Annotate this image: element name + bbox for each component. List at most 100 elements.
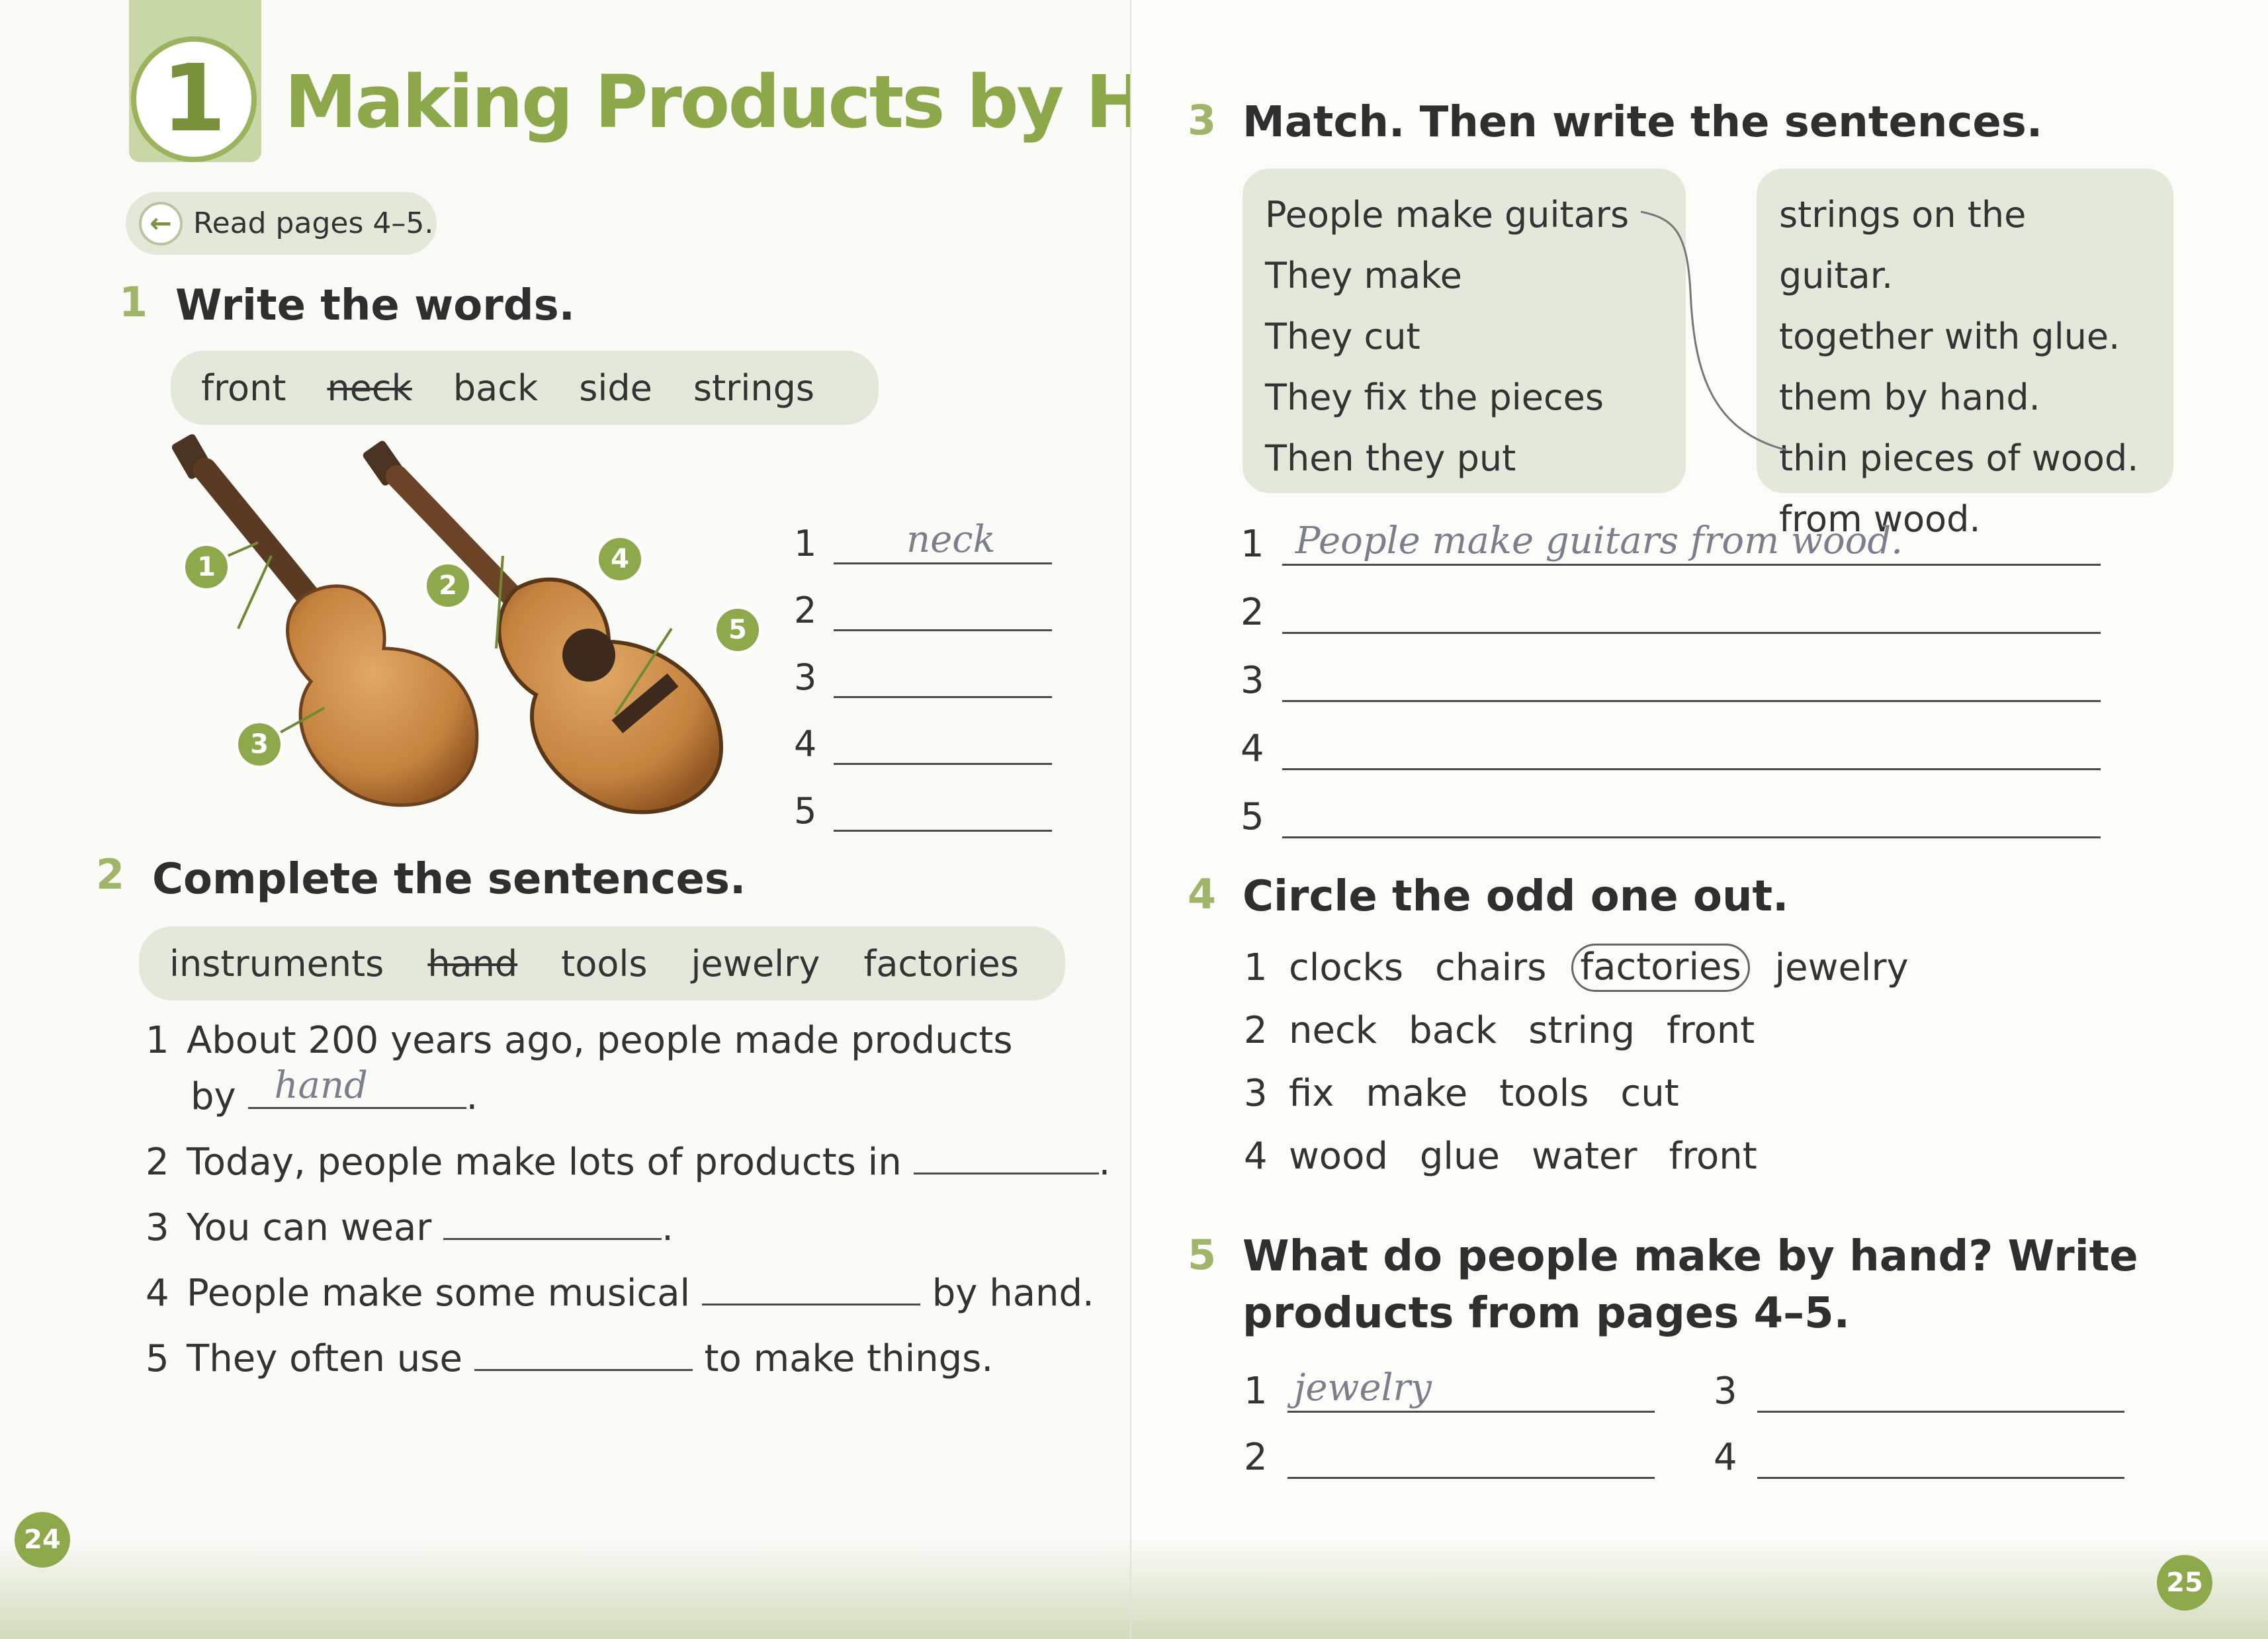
match-right-item: strings on the guitar. bbox=[1779, 194, 2027, 296]
word-bank-item: front bbox=[201, 367, 286, 409]
sentence-2: 2 Today, people make lots of products in … bbox=[146, 1141, 1111, 1184]
unit-number-badge: 1 bbox=[131, 36, 257, 162]
odd-one-out-row: 1 clocks chairs factories jewelry bbox=[1244, 944, 1909, 992]
exercise-1-word-bank: front neck back side strings bbox=[171, 351, 879, 425]
word-bank-item-struck: hand bbox=[427, 942, 518, 985]
word-option[interactable]: cut bbox=[1620, 1072, 1679, 1115]
match-right-column: strings on the guitar. together with glu… bbox=[1757, 169, 2173, 540]
product-line-2: 2 bbox=[1244, 1436, 1655, 1479]
sentence-1-blank[interactable]: hand bbox=[247, 1064, 466, 1109]
sentence-4-blank[interactable] bbox=[701, 1272, 920, 1306]
exercise-2-title: Complete the sentences. bbox=[152, 855, 746, 904]
word-option[interactable]: clocks bbox=[1289, 946, 1403, 989]
arrow-left-icon: ← bbox=[139, 201, 183, 245]
match-left-item: They make bbox=[1265, 255, 1462, 296]
odd-one-out-row: 4 wood glue water front bbox=[1244, 1135, 1757, 1178]
sentence-line: 2 bbox=[1241, 591, 2101, 634]
exercise-1-title: Write the words. bbox=[175, 281, 575, 330]
match-right-item: them by hand. bbox=[1779, 377, 2040, 418]
exercise-2-word-bank: instruments hand tools jewelry factories bbox=[139, 926, 1065, 1000]
exercise-1-number: 1 bbox=[119, 278, 148, 326]
sentence-field[interactable]: People make guitars from wood. bbox=[1282, 519, 2101, 566]
word-option[interactable]: glue bbox=[1420, 1135, 1500, 1178]
word-option[interactable]: string bbox=[1528, 1009, 1635, 1052]
answer-row: 5 bbox=[794, 790, 1072, 832]
word-option[interactable]: neck bbox=[1289, 1009, 1377, 1052]
answer-field[interactable]: neck bbox=[834, 518, 1052, 564]
sentence-4: 4 People make some musical by hand. bbox=[146, 1272, 1094, 1315]
word-option[interactable]: front bbox=[1669, 1135, 1757, 1178]
sentence-5: 5 They often use to make things. bbox=[146, 1337, 994, 1380]
answer-field[interactable] bbox=[834, 724, 1052, 765]
exercise-3-number: 3 bbox=[1188, 96, 1217, 144]
answer-field[interactable] bbox=[834, 791, 1052, 832]
sentence-line: 5 bbox=[1241, 795, 2101, 838]
unit-title: Making Products by Hand bbox=[284, 60, 1130, 144]
word-option[interactable]: make bbox=[1366, 1072, 1467, 1115]
guitar-label-4: 4 bbox=[595, 535, 644, 584]
answer-field[interactable] bbox=[834, 657, 1052, 698]
guitar-label-2: 2 bbox=[423, 561, 472, 610]
match-left-item: People make guitars bbox=[1265, 194, 1630, 236]
sentence-line: 4 bbox=[1241, 727, 2101, 770]
product-field[interactable] bbox=[1757, 1438, 2124, 1479]
word-bank-item: instruments bbox=[169, 942, 384, 985]
product-field[interactable] bbox=[1287, 1438, 1655, 1479]
product-line-1: 1 jewelry bbox=[1244, 1366, 1655, 1413]
sentence-1-continued: by hand. bbox=[191, 1064, 478, 1118]
word-option[interactable]: wood bbox=[1289, 1135, 1388, 1178]
sentence-field[interactable] bbox=[1282, 797, 2101, 838]
match-right-item: together with glue. bbox=[1779, 316, 2120, 357]
answer-row: 3 bbox=[794, 656, 1072, 698]
match-left-item: They cut bbox=[1265, 316, 1420, 357]
sentence-2-blank[interactable] bbox=[913, 1141, 1099, 1174]
exercise-4-title: Circle the odd one out. bbox=[1243, 872, 1789, 921]
exercise-2-sentences: 1 About 200 years ago, people made produc… bbox=[146, 1019, 1111, 1380]
exercise-5-number: 5 bbox=[1188, 1231, 1217, 1279]
word-option[interactable]: water bbox=[1532, 1135, 1637, 1178]
answer-row: 4 bbox=[794, 723, 1072, 765]
word-bank-item: back bbox=[453, 367, 539, 409]
sentence-line: 3 bbox=[1241, 659, 2101, 702]
guitar-back-view bbox=[171, 434, 479, 807]
sentence-5-blank[interactable] bbox=[474, 1338, 693, 1371]
match-left-item: They fix the pieces bbox=[1265, 377, 1604, 418]
page-number-right: 25 bbox=[2157, 1555, 2212, 1611]
match-left-item: Then they put bbox=[1265, 437, 1516, 479]
word-bank-item: factories bbox=[863, 942, 1019, 985]
product-field[interactable] bbox=[1757, 1372, 2124, 1413]
word-option[interactable]: jewelry bbox=[1775, 946, 1909, 989]
match-left-column: People make guitars They make They cut T… bbox=[1243, 169, 1686, 493]
word-option[interactable]: tools bbox=[1499, 1072, 1589, 1115]
sentence-field[interactable] bbox=[1282, 729, 2101, 770]
word-option[interactable]: back bbox=[1409, 1009, 1497, 1052]
exercise-5-title-line-2: products from pages 4–5. bbox=[1243, 1289, 1850, 1338]
word-bank-item: strings bbox=[693, 367, 815, 409]
product-line-4: 4 bbox=[1714, 1436, 2124, 1479]
guitar-label-5: 5 bbox=[713, 605, 762, 654]
odd-one-out-row: 3 fix make tools cut bbox=[1244, 1072, 1679, 1115]
sentence-field[interactable] bbox=[1282, 593, 2101, 634]
word-option[interactable]: chairs bbox=[1435, 946, 1546, 989]
match-connector-line bbox=[1640, 210, 1787, 451]
exercise-4-rows: 1 clocks chairs factories jewelry 2 neck… bbox=[1244, 944, 1909, 1178]
word-option-circled[interactable]: factories bbox=[1571, 944, 1750, 992]
read-pages-pill: ← Read pages 4–5. bbox=[126, 192, 437, 255]
right-page: 3 Match. Then write the sentences. Peopl… bbox=[1131, 0, 2268, 1639]
guitars-illustration bbox=[171, 434, 724, 815]
exercise-3-lines: 1 People make guitars from wood. 2 3 4 5 bbox=[1241, 519, 2101, 838]
sentence-3-blank[interactable] bbox=[443, 1207, 662, 1240]
odd-one-out-row: 2 neck back string front bbox=[1244, 1009, 1755, 1052]
product-field[interactable]: jewelry bbox=[1287, 1366, 1655, 1413]
left-page: 1 Making Products by Hand ← Read pages 4… bbox=[0, 0, 1131, 1639]
answer-field[interactable] bbox=[834, 590, 1052, 631]
sentence-field[interactable] bbox=[1282, 661, 2101, 702]
sentence-3: 3 You can wear . bbox=[146, 1206, 674, 1249]
exercise-2-number: 2 bbox=[96, 850, 125, 899]
word-option[interactable]: front bbox=[1667, 1009, 1755, 1052]
answer-row: 1 neck bbox=[794, 518, 1072, 564]
word-option[interactable]: fix bbox=[1289, 1072, 1334, 1115]
exercise-3-title: Match. Then write the sentences. bbox=[1243, 98, 2043, 147]
word-bank-item: side bbox=[579, 367, 652, 409]
match-right-item: thin pieces of wood. bbox=[1779, 437, 2139, 479]
